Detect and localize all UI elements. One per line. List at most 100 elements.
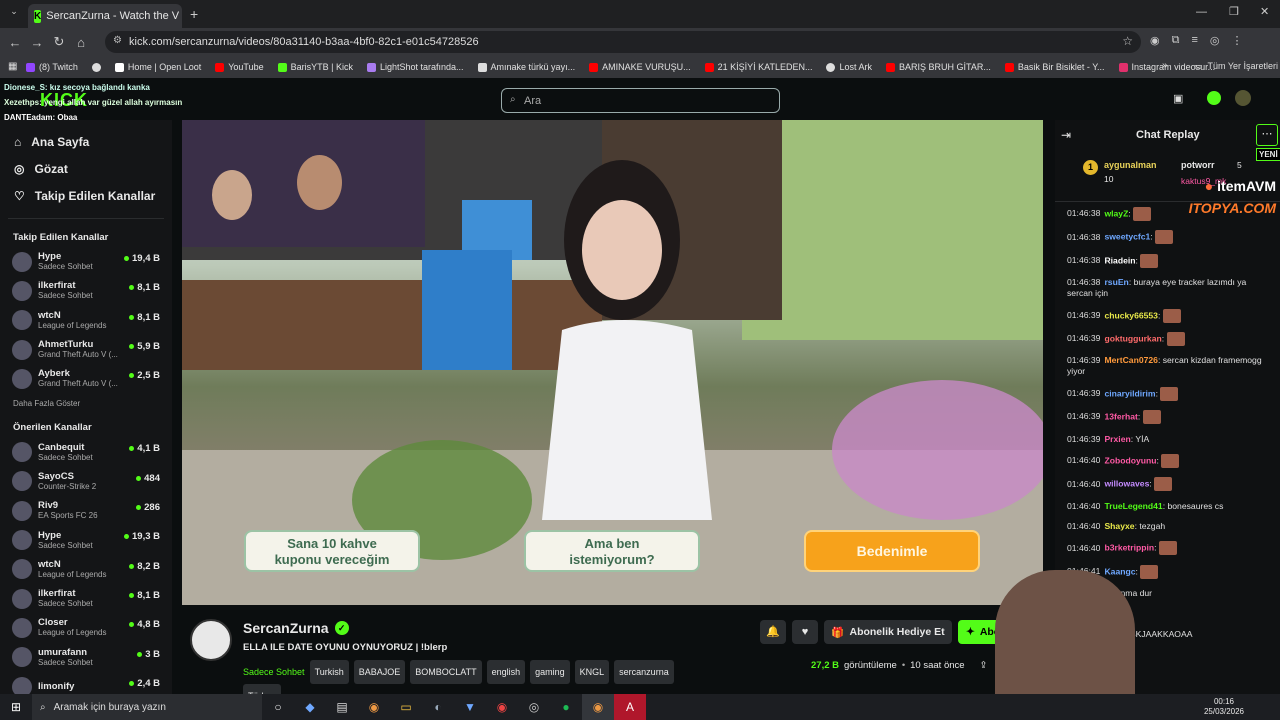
chat-username[interactable]: Kaangc xyxy=(1104,566,1135,576)
channel-item[interactable]: wtcN League of Legends 8,1 B xyxy=(0,306,172,335)
apps-icon[interactable]: ▦ xyxy=(8,61,17,72)
media-icon[interactable]: ≡ xyxy=(1191,34,1197,47)
chrome-icon[interactable]: ◉ xyxy=(358,694,390,720)
window-close-icon[interactable]: ✕ xyxy=(1260,5,1269,18)
channel-item[interactable]: wtcN League of Legends 8,2 B xyxy=(0,555,172,584)
store-icon[interactable]: ▤ xyxy=(326,694,358,720)
bookmark-item[interactable]: BARIŞ BRUH GİTAR... xyxy=(885,62,991,72)
chat-username[interactable]: willowaves xyxy=(1104,479,1149,489)
tag[interactable]: BOMBOCLATT xyxy=(410,660,482,684)
chat-username[interactable]: MertCan0726 xyxy=(1104,355,1158,365)
tag[interactable]: KNGL xyxy=(574,660,610,684)
channel-item[interactable]: Riv9 EA Sports FC 26 286 xyxy=(0,496,172,525)
chat-username[interactable]: Zobodoyunu xyxy=(1104,455,1156,465)
menu-dots-icon[interactable]: ⋮ xyxy=(1232,34,1243,47)
extension-icon[interactable]: ◉ xyxy=(1150,34,1160,47)
nav-browse[interactable]: ◎ Gözat xyxy=(0,155,172,182)
app-icon[interactable]: ▼ xyxy=(454,694,486,720)
collapse-chat-icon[interactable]: ⇥ xyxy=(1061,128,1071,142)
chat-username[interactable]: b3rketrippin xyxy=(1104,543,1154,553)
steam-icon[interactable]: ◐ xyxy=(422,694,454,720)
dialog-choice-1[interactable]: Sana 10 kahve kuponu vereceğim xyxy=(244,530,420,572)
video-player[interactable]: Sana 10 kahve kuponu vereceğim Ama ben i… xyxy=(182,120,1043,605)
chrome-icon[interactable]: ◉ xyxy=(582,694,614,720)
top-gifter-name[interactable]: aygunalman xyxy=(1104,160,1157,170)
dialog-choice-2[interactable]: Ama ben istemiyorum? xyxy=(524,530,700,572)
chat-username[interactable]: cinaryildirim xyxy=(1104,388,1155,398)
nav-home[interactable]: ⌂ Ana Sayfa xyxy=(0,128,172,155)
bookmark-item[interactable]: (8) Twitch xyxy=(26,62,78,72)
bookmark-item[interactable]: AMINAKE VURUŞU... xyxy=(589,62,691,72)
bookmark-item[interactable]: BarisYTB | Kick xyxy=(277,62,353,72)
share-icon[interactable]: ⇪ xyxy=(980,660,988,671)
tab-search-icon[interactable]: ⌄ xyxy=(6,6,22,22)
channel-avatar[interactable] xyxy=(190,619,232,661)
tag[interactable]: BABAJOE xyxy=(353,660,406,684)
channel-item[interactable]: Closer League of Legends 4,8 B xyxy=(0,613,172,642)
clock[interactable]: 00:16 25/03/2026 xyxy=(1204,697,1244,717)
bookmark-item[interactable]: Home | Open Loot xyxy=(114,62,201,72)
tag[interactable]: sercanzurna xyxy=(614,660,674,684)
restore-icon[interactable]: ❐ xyxy=(1229,5,1239,18)
channel-item[interactable]: Ayberk Grand Theft Auto V (... 2,5 B xyxy=(0,364,172,393)
forward-icon[interactable]: → xyxy=(26,35,48,50)
url-bar[interactable]: ⚙ kick.com/sercanzurna/videos/80a31140-b… xyxy=(105,31,1141,53)
show-more-link[interactable]: Daha Fazla Göster xyxy=(0,393,172,413)
chat-menu-icon[interactable]: ⋯ xyxy=(1256,124,1278,146)
windows-start-icon[interactable]: ⊞ xyxy=(0,694,32,720)
bookmark-item[interactable]: LightShot tarafında... xyxy=(366,62,464,72)
second-gifter-name[interactable]: potworr xyxy=(1181,160,1215,170)
gift-sub-button[interactable]: 🎁 Abonelik Hediye Et xyxy=(824,620,952,644)
nav-following[interactable]: ♡ Takip Edilen Kanallar xyxy=(0,182,172,209)
chat-username[interactable]: Prxien xyxy=(1104,434,1130,444)
bookmark-item[interactable]: YouTube xyxy=(215,62,264,72)
bookmark-item[interactable]: Amınake türkü yayı... xyxy=(477,62,575,72)
chat-username[interactable]: goktuggurkan xyxy=(1104,333,1161,343)
chat-username[interactable]: sweetycfc1 xyxy=(1104,232,1150,242)
tag[interactable]: english xyxy=(486,660,526,684)
channel-item[interactable]: Hype Sadece Sohbet 19,4 B xyxy=(0,247,172,276)
tag[interactable]: gaming xyxy=(530,660,570,684)
new-tab-icon[interactable]: + xyxy=(190,6,198,22)
channel-item[interactable]: ilkerfirat Sadece Sohbet 8,1 B xyxy=(0,276,172,305)
channel-item[interactable]: umurafann Sadece Sohbet 3 B xyxy=(0,643,172,672)
all-bookmarks[interactable]: ▭ Tüm Yer İşaretleri xyxy=(1194,61,1278,72)
channel-item[interactable]: Canbequit Sadece Sohbet 4,1 B xyxy=(0,437,172,466)
channel-item[interactable]: ilkerfirat Sadece Sohbet 8,1 B xyxy=(0,584,172,613)
profile-icon[interactable]: ◎ xyxy=(1210,34,1220,47)
chat-username[interactable]: TrueLegend41 xyxy=(1104,501,1162,511)
bookmark-item[interactable]: 21 KİŞİYİ KATLEDEN... xyxy=(704,62,812,72)
chat-username[interactable]: 13ferhat xyxy=(1104,411,1137,421)
channel-item[interactable]: SayoCS Counter-Strike 2 484 xyxy=(0,467,172,496)
chat-username[interactable]: chucky66553 xyxy=(1104,310,1158,320)
search-input[interactable]: ⌕ Ara xyxy=(501,88,780,113)
dialog-choice-3[interactable]: Bedenimle xyxy=(804,530,980,572)
bookmark-item[interactable] xyxy=(91,62,101,72)
folder-icon[interactable]: ▭ xyxy=(390,694,422,720)
bookmark-star-icon[interactable]: ☆ xyxy=(1122,34,1133,48)
channel-item[interactable]: Hype Sadece Sohbet 19,3 B xyxy=(0,525,172,554)
channel-item[interactable]: AhmetTurku Grand Theft Auto V (... 5,9 B xyxy=(0,335,172,364)
notification-bell-icon[interactable]: 🔔 xyxy=(760,620,786,644)
app-icon[interactable]: ◆ xyxy=(294,694,326,720)
task-view-icon[interactable]: ○ xyxy=(262,694,294,720)
browser-tab[interactable]: K SercanZurna - Watch the V 🔊 ✕ xyxy=(28,4,182,28)
taskbar-search[interactable]: ⌕ Aramak için buraya yazın xyxy=(32,694,262,720)
chat-username[interactable]: Riadein xyxy=(1104,255,1135,265)
tag[interactable]: Turkish xyxy=(309,660,349,684)
bookmarks-overflow-icon[interactable]: » xyxy=(1162,60,1168,71)
home-browser-icon[interactable]: ⌂ xyxy=(70,35,92,50)
follow-heart-icon[interactable]: ♥ xyxy=(792,620,818,644)
app-icon[interactable]: A xyxy=(614,694,646,720)
user-avatar[interactable] xyxy=(1235,90,1251,106)
puzzle-icon[interactable]: ⧉ xyxy=(1172,34,1180,47)
kick-wallet-icon[interactable] xyxy=(1207,91,1221,105)
obs-icon[interactable]: ◎ xyxy=(518,694,550,720)
app-icon[interactable]: ◉ xyxy=(486,694,518,720)
chat-username[interactable]: Shayxe xyxy=(1104,521,1134,531)
bookmark-item[interactable]: Basik Bir Bisiklet - Y... xyxy=(1004,62,1105,72)
category-link[interactable]: Sadece Sohbet xyxy=(243,667,305,677)
channel-name[interactable]: SercanZurna xyxy=(243,620,329,636)
spotify-icon[interactable]: ● xyxy=(550,694,582,720)
back-icon[interactable]: ← xyxy=(4,35,26,50)
